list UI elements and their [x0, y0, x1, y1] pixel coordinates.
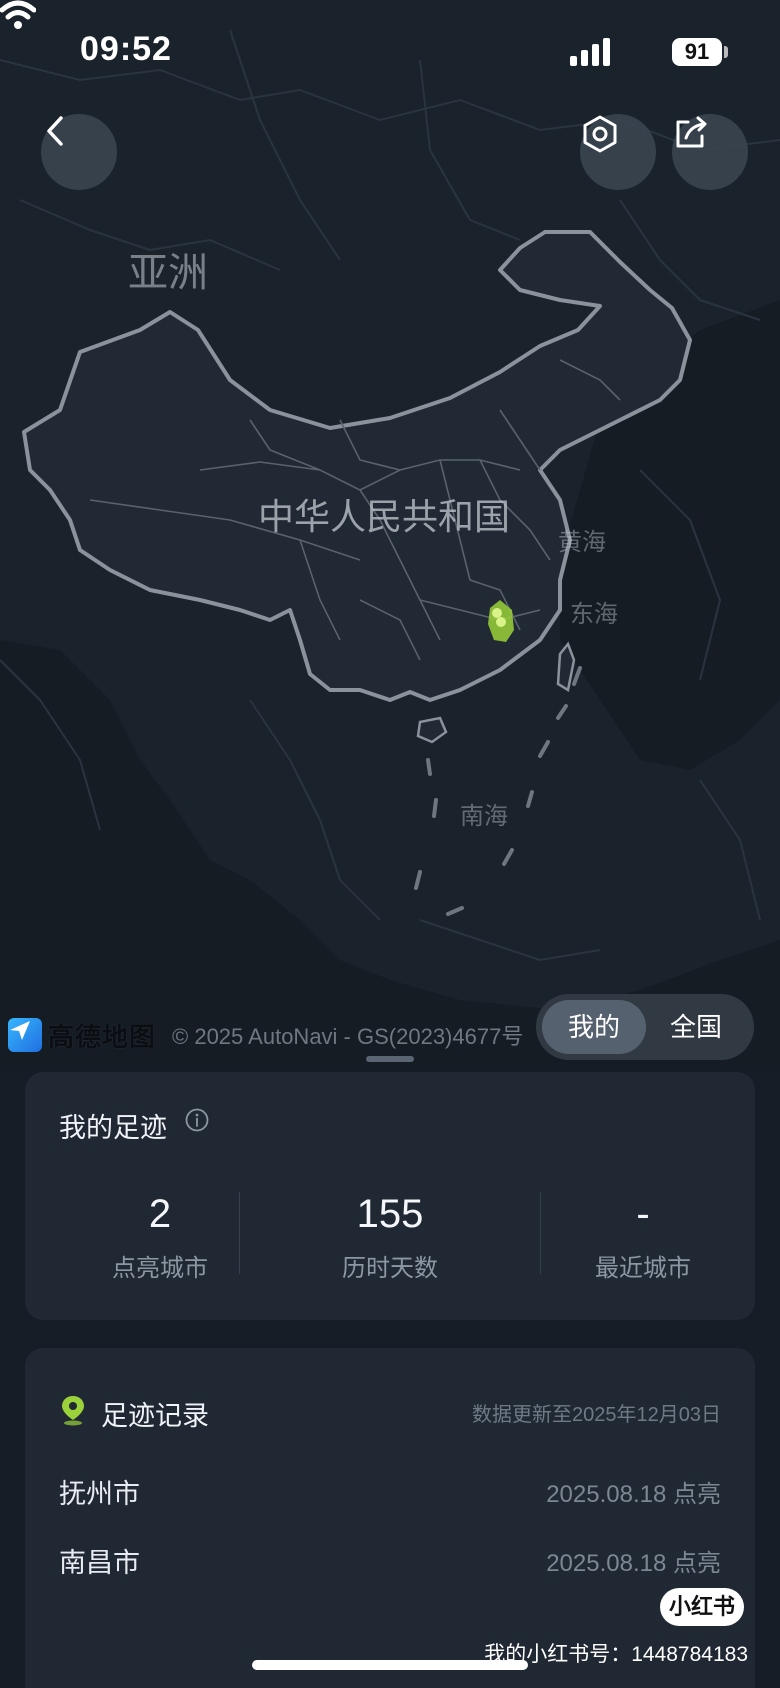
location-pin-icon — [62, 1396, 84, 1426]
map-label-asia: 亚洲 — [128, 250, 208, 296]
cellular-signal-icon — [570, 38, 612, 66]
home-indicator[interactable] — [252, 1660, 528, 1670]
stat-label: 历时天数 — [342, 1255, 438, 1282]
record-city: 南昌市 — [59, 1548, 140, 1578]
stat-days: 155 历时天数 — [290, 1190, 490, 1283]
records-updated-text: 数据更新至2025年12月03日 — [472, 1404, 721, 1426]
footprint-screen: 亚洲 中华人民共和国 黄海 东海 南海 09:52 91 高德地图 © 2025… — [0, 0, 780, 1688]
settings-button[interactable] — [580, 114, 656, 190]
stat-lit-cities: 2 点亮城市 — [60, 1190, 260, 1283]
battery-tip — [724, 46, 728, 58]
stat-recent-city: - 最近城市 — [543, 1190, 743, 1283]
stat-label: 点亮城市 — [112, 1255, 208, 1282]
stat-value: 2 — [148, 1192, 172, 1236]
map-label-yellow-sea: 黄海 — [558, 528, 606, 556]
stat-value: - — [636, 1192, 650, 1236]
map-view[interactable]: 亚洲 中华人民共和国 黄海 东海 南海 09:52 91 高德地图 © 2025… — [0, 0, 780, 1070]
map-label-south-sea: 南海 — [460, 802, 508, 830]
drag-handle[interactable] — [366, 1056, 414, 1062]
hexagon-settings-icon — [583, 115, 617, 153]
wifi-icon — [0, 0, 36, 29]
stat-divider — [239, 1192, 240, 1274]
chevron-left-icon — [47, 116, 63, 146]
map-provider-name: 高德地图 — [48, 1021, 157, 1052]
footprint-stats-card: 我的足迹 2 点亮城市 155 历时天数 - 最近城市 — [25, 1072, 755, 1320]
record-city: 抚州市 — [59, 1479, 140, 1509]
status-time: 09:52 — [80, 30, 172, 68]
battery-indicator: 91 — [672, 38, 722, 66]
record-row[interactable]: 抚州市 2025.08.18 点亮 — [59, 1472, 721, 1512]
record-date: 2025.08.18 点亮 — [546, 1550, 721, 1577]
map-label-china: 中华人民共和国 — [258, 497, 511, 538]
record-row[interactable]: 南昌市 2025.08.18 点亮 — [59, 1541, 721, 1581]
record-date: 2025.08.18 点亮 — [546, 1481, 721, 1508]
map-label-east-sea: 东海 — [570, 600, 618, 628]
info-icon[interactable] — [185, 1108, 209, 1132]
amap-logo-icon — [8, 1018, 42, 1052]
stats-card-title: 我的足迹 — [59, 1113, 167, 1143]
records-card-title: 足迹记录 — [101, 1401, 209, 1431]
stat-divider — [540, 1192, 541, 1274]
toggle-nationwide[interactable]: 全国 — [644, 1000, 748, 1054]
stat-label: 最近城市 — [595, 1255, 691, 1282]
xiaohongshu-watermark-badge: 小红书 — [660, 1588, 744, 1626]
toggle-mine[interactable]: 我的 — [542, 1000, 646, 1054]
share-button[interactable] — [672, 114, 748, 190]
status-bar: 09:52 91 — [0, 0, 780, 100]
scope-toggle[interactable]: 我的 全国 — [536, 994, 754, 1060]
map-copyright: © 2025 AutoNavi - GS(2023)4677号 — [172, 1024, 524, 1049]
back-button[interactable] — [41, 114, 117, 190]
map-attribution: 高德地图 © 2025 AutoNavi - GS(2023)4677号 — [8, 1018, 523, 1052]
share-icon — [676, 116, 707, 148]
stat-value: 155 — [356, 1192, 424, 1236]
footprint-records-card: 足迹记录 数据更新至2025年12月03日 抚州市 2025.08.18 点亮 … — [25, 1348, 755, 1688]
